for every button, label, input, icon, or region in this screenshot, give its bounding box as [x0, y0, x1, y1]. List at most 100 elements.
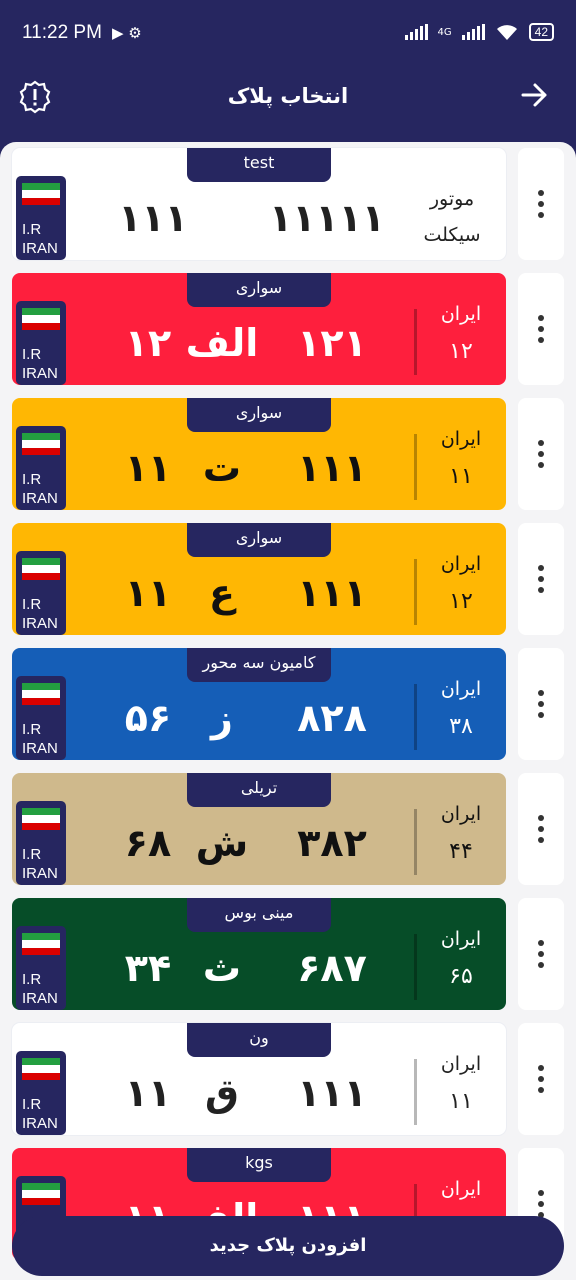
plate-letter: ت	[202, 446, 242, 490]
plate-divider	[414, 434, 417, 500]
plate-row[interactable]: I.R IRAN مینی بوس ۳۴ ث ۶۸۷ ایران ۶۵	[0, 892, 576, 1010]
plate-type-label: سواری	[187, 273, 331, 307]
iran-badge: I.RIRAN	[16, 926, 66, 1010]
plate-region-label: ایران	[440, 553, 482, 575]
iran-flag-icon	[22, 308, 60, 330]
iran-badge: I.RIRAN	[16, 801, 66, 885]
plate-type-label: تریلی	[187, 773, 331, 807]
plate-region-label: ایران	[440, 928, 482, 950]
add-plate-button[interactable]: افزودن پلاک جدید	[12, 1216, 564, 1276]
more-options-button[interactable]	[518, 148, 564, 260]
network-type: 4G	[437, 26, 452, 38]
more-vertical-icon	[538, 440, 544, 468]
plate-region-label: ایران	[440, 303, 482, 325]
iran-badge-text: I.RIRAN	[22, 596, 58, 632]
status-icons: 4G 42	[404, 23, 554, 41]
plate-list: I.R IRAN test ۱۱۱ ۱۱۱۱۱ موتور سیکلت I.R IR…	[0, 142, 576, 1280]
battery-indicator: 42	[528, 23, 554, 41]
plate-number-part: ۱۱۱	[297, 571, 367, 615]
more-options-button[interactable]	[518, 398, 564, 510]
more-vertical-icon	[538, 940, 544, 968]
plate-divider	[414, 559, 417, 625]
license-plate[interactable]: I.R IRAN مینی بوس ۳۴ ث ۶۸۷ ایران ۶۵	[12, 898, 506, 1010]
more-vertical-icon	[538, 190, 544, 218]
signal-icon	[404, 24, 428, 40]
more-options-button[interactable]	[518, 1023, 564, 1135]
plate-row[interactable]: I.R IRAN سواری ۱۲ الف ۱۲۱ ایران ۱۲	[0, 267, 576, 385]
license-plate[interactable]: I.R IRAN ون ۱۱ ق ۱۱۱ ایران ۱۱	[12, 1023, 506, 1135]
plate-region-label: موتور	[429, 188, 475, 210]
plate-number-part: ۳۸۲	[297, 821, 367, 865]
plate-row[interactable]: I.R IRAN سواری ۱۱ ت ۱۱۱ ایران ۱۱	[0, 392, 576, 510]
plate-region-code: ۴۴	[449, 839, 473, 864]
plate-region-code: ۱۱	[449, 1089, 473, 1114]
page-title: انتخاب پلاک	[227, 84, 349, 108]
iran-flag-icon	[22, 933, 60, 955]
media-and-settings-icons: ▶ ⚙	[112, 24, 142, 42]
plate-region-label: ایران	[440, 428, 482, 450]
status-bar: 11:22 PM ▶ ⚙ 4G 42	[0, 0, 576, 54]
plate-row[interactable]: I.R IRAN کامیون سه محور ۵۶ ز ۸۲۸ ایران ۳۸	[0, 642, 576, 760]
plate-row[interactable]: I.R IRAN سواری ۱۱ ع ۱۱۱ ایران ۱۲	[0, 517, 576, 635]
plate-region-code: ۱۱	[449, 464, 473, 489]
plate-letter: ث	[202, 946, 242, 990]
iran-badge: I.RIRAN	[16, 676, 66, 760]
plate-divider	[414, 1059, 417, 1125]
plate-divider	[414, 934, 417, 1000]
iran-flag-icon	[22, 183, 60, 205]
more-vertical-icon	[538, 1190, 544, 1218]
plate-type-label: سواری	[187, 398, 331, 432]
plate-number-part: ۶۸۷	[297, 946, 367, 990]
license-plate[interactable]: I.R IRAN تریلی ۶۸ ش ۳۸۲ ایران ۴۴	[12, 773, 506, 885]
iran-badge-text: I.RIRAN	[22, 721, 58, 757]
more-options-button[interactable]	[518, 773, 564, 885]
plate-region-label: ایران	[440, 678, 482, 700]
more-vertical-icon	[538, 1065, 544, 1093]
plate-type-label: مینی بوس	[187, 898, 331, 932]
plate-number-part: ۱۱۱	[118, 196, 188, 240]
iran-flag-icon	[22, 433, 60, 455]
plate-type-label: kgs	[187, 1148, 331, 1182]
iran-badge: I.RIRAN	[16, 1051, 66, 1135]
iran-badge-text: I.RIRAN	[22, 971, 58, 1007]
plate-type-label: ون	[187, 1023, 331, 1057]
plate-row[interactable]: I.R IRAN ون ۱۱ ق ۱۱۱ ایران ۱۱	[0, 1017, 576, 1135]
license-plate[interactable]: I.R IRAN سواری ۱۲ الف ۱۲۱ ایران ۱۲	[12, 273, 506, 385]
iran-badge: I.RIRAN	[16, 176, 66, 260]
license-plate[interactable]: I.R IRAN سواری ۱۱ ع ۱۱۱ ایران ۱۲	[12, 523, 506, 635]
iran-flag-icon	[22, 558, 60, 580]
iran-badge-text: I.RIRAN	[22, 846, 58, 882]
license-plate[interactable]: I.R IRAN سواری ۱۱ ت ۱۱۱ ایران ۱۱	[12, 398, 506, 510]
more-options-button[interactable]	[518, 523, 564, 635]
iran-badge-text: I.RIRAN	[22, 1096, 58, 1132]
plate-region-label: ایران	[440, 1053, 482, 1075]
plate-letter: ع	[209, 571, 235, 615]
plate-number-part: ۱۱۱	[297, 1071, 367, 1115]
plate-letter: ش	[195, 821, 249, 865]
more-vertical-icon	[538, 815, 544, 843]
plate-divider	[414, 309, 417, 375]
status-time: 11:22 PM	[22, 22, 102, 43]
plate-divider	[414, 809, 417, 875]
plate-region-code: ۶۵	[449, 964, 473, 989]
plate-row[interactable]: I.R IRAN test ۱۱۱ ۱۱۱۱۱ موتور سیکلت	[0, 142, 576, 260]
license-plate[interactable]: I.R IRAN کامیون سه محور ۵۶ ز ۸۲۸ ایران ۳۸	[12, 648, 506, 760]
arrow-right-icon[interactable]	[520, 80, 550, 110]
plate-region-label: ایران	[440, 803, 482, 825]
iran-flag-icon	[22, 1058, 60, 1080]
license-plate[interactable]: I.R IRAN test ۱۱۱ ۱۱۱۱۱ موتور سیکلت	[12, 148, 506, 260]
more-options-button[interactable]	[518, 273, 564, 385]
plate-region-code: ۱۲	[449, 589, 473, 614]
plate-type-label: سواری	[187, 523, 331, 557]
plate-divider	[414, 684, 417, 750]
more-options-button[interactable]	[518, 898, 564, 1010]
plate-letter: ز	[211, 696, 233, 740]
iran-flag-icon	[22, 1183, 60, 1205]
plate-number-part: ۱۱۱	[297, 446, 367, 490]
plate-letter: الف	[185, 321, 259, 365]
plate-region-label: سیکلت	[423, 224, 481, 246]
plate-row[interactable]: I.R IRAN تریلی ۶۸ ش ۳۸۲ ایران ۴۴	[0, 767, 576, 885]
plate-type-label: کامیون سه محور	[187, 648, 331, 682]
app-bar: انتخاب پلاک	[0, 54, 576, 144]
more-options-button[interactable]	[518, 648, 564, 760]
